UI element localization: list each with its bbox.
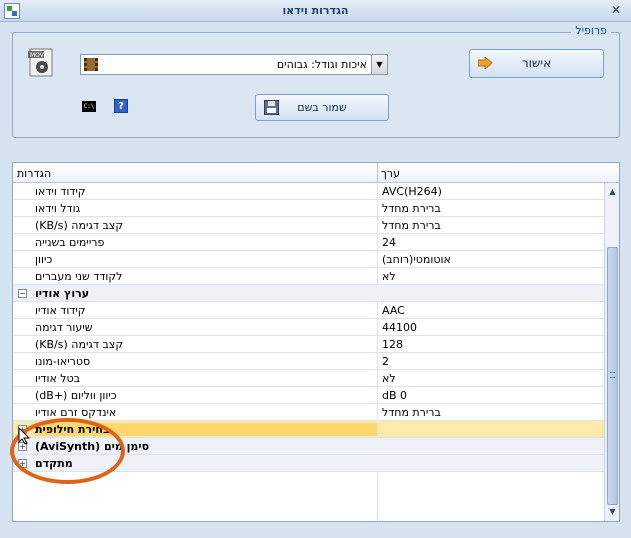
floppy-disk-icon xyxy=(264,100,279,115)
ok-button[interactable]: אישור xyxy=(469,49,604,78)
window-title: הגדרות וידאו xyxy=(282,4,349,17)
collapse-icon[interactable]: − xyxy=(18,289,27,298)
row-divider xyxy=(377,268,378,285)
row-value[interactable]: 0 dB xyxy=(382,389,602,402)
row-divider xyxy=(377,217,378,234)
film-icon xyxy=(84,58,98,71)
table-row[interactable]: אינדקס זרם אודיו ברירת מחדל xyxy=(13,404,604,421)
category-row-advanced[interactable]: + מתקדם xyxy=(13,455,604,472)
command-line-icon[interactable]: C:\ xyxy=(82,101,96,112)
category-name: מתקדם xyxy=(35,457,73,470)
row-name: סטריאו-מונו xyxy=(35,355,91,368)
row-value[interactable]: 44100 xyxy=(382,321,602,334)
row-divider xyxy=(377,319,378,336)
chevron-down-icon[interactable]: ▼ xyxy=(371,55,387,74)
row-name: לקודד שני מעברים xyxy=(35,270,123,283)
row-divider xyxy=(377,370,378,387)
column-header-value[interactable]: ערך xyxy=(381,167,400,180)
row-value[interactable]: 128 xyxy=(382,338,602,351)
svg-text:MOV: MOV xyxy=(30,52,45,59)
row-value[interactable]: 24 xyxy=(382,236,602,249)
column-divider[interactable] xyxy=(377,163,378,183)
profile-select-value: איכות וגודל: גבוהים xyxy=(276,58,367,71)
table-row[interactable]: קצב דגימה (KB/s) ברירת מחדל xyxy=(13,217,604,234)
scroll-thumb[interactable] xyxy=(607,247,618,505)
row-divider xyxy=(377,404,378,421)
ok-button-label: אישור xyxy=(521,56,552,70)
table-row[interactable]: סטריאו-מונו 2 xyxy=(13,353,604,370)
close-button[interactable]: ✕ xyxy=(607,2,625,18)
row-name: אינדקס זרם אודיו xyxy=(35,406,117,419)
category-name: בחירת חילופית xyxy=(35,423,377,436)
profile-group-label: פרופיל xyxy=(571,24,611,37)
table-row[interactable]: כיוון ווליום (+dB) 0 dB xyxy=(13,387,604,404)
grip-icon xyxy=(610,372,615,378)
expand-icon[interactable]: + xyxy=(18,459,27,468)
row-value[interactable]: 2 xyxy=(382,355,602,368)
column-header-settings[interactable]: הגדרות xyxy=(17,167,51,180)
row-name: קצב דגימה (KB/s) xyxy=(35,338,124,351)
row-value[interactable]: ברירת מחדל xyxy=(382,202,602,215)
row-name: גודל וידאו xyxy=(35,202,81,215)
row-name: קידוד וידאו xyxy=(35,185,86,198)
arrow-right-icon xyxy=(478,57,492,69)
row-divider xyxy=(377,234,378,251)
scroll-down-icon[interactable]: ▼ xyxy=(605,505,619,519)
row-value[interactable]: לא xyxy=(382,270,602,283)
scroll-up-icon[interactable]: ▲ xyxy=(605,185,619,199)
row-value[interactable]: אוטומטי(רוחב) xyxy=(382,253,602,266)
row-name: שיעור דגימה xyxy=(35,321,93,334)
title-bar: הגדרות וידאו ✕ xyxy=(0,0,631,22)
row-name: פריימים בשנייה xyxy=(35,236,105,249)
mov-file-icon: MOV xyxy=(28,48,53,77)
row-divider xyxy=(377,200,378,217)
table-row[interactable]: גודל וידאו ברירת מחדל xyxy=(13,200,604,217)
mouse-cursor-icon xyxy=(18,427,31,445)
row-name: בטל אודיו xyxy=(35,372,81,385)
row-value[interactable]: AAC xyxy=(382,304,602,317)
row-name: כיוון ווליום (+dB) xyxy=(35,389,117,402)
row-divider xyxy=(377,387,378,404)
help-icon[interactable]: ? xyxy=(114,99,128,113)
profile-select[interactable]: איכות וגודל: גבוהים ▼ xyxy=(80,54,388,75)
category-row-audio[interactable]: − ערוץ אודיו xyxy=(13,285,604,302)
row-value[interactable]: AVC(H264) xyxy=(382,185,602,198)
row-divider xyxy=(377,251,378,268)
table-row[interactable]: קידוד וידאו AVC(H264) xyxy=(13,183,604,200)
table-row[interactable]: פריימים בשנייה 24 xyxy=(13,234,604,251)
table-row[interactable]: לקודד שני מעברים לא xyxy=(13,268,604,285)
row-value[interactable]: ברירת מחדל xyxy=(382,406,602,419)
row-name: קידוד אודיו xyxy=(35,304,86,317)
save-as-button[interactable]: שמור בשם xyxy=(255,94,389,121)
row-name: קצב דגימה (KB/s) xyxy=(35,219,124,232)
row-value[interactable]: ברירת מחדל xyxy=(382,219,602,232)
table-row[interactable]: קידוד אודיו AAC xyxy=(13,302,604,319)
table-row[interactable]: כיוון אוטומטי(רוחב) xyxy=(13,251,604,268)
profile-group xyxy=(12,32,620,138)
category-row-alternative[interactable]: + בחירת חילופית xyxy=(13,421,604,438)
row-name: כיוון xyxy=(35,253,53,266)
table-row[interactable]: שיעור דגימה 44100 xyxy=(13,319,604,336)
table-row[interactable]: בטל אודיו לא xyxy=(13,370,604,387)
grid-header: הגדרות ערך xyxy=(13,163,619,183)
row-divider xyxy=(377,353,378,370)
row-divider xyxy=(377,183,378,200)
category-name: ערוץ אודיו xyxy=(35,287,90,300)
vertical-scrollbar[interactable]: ▲ ▼ xyxy=(604,183,619,521)
table-row[interactable]: קצב דגימה (KB/s) 128 xyxy=(13,336,604,353)
category-name: סימן מים (AviSynth) xyxy=(35,440,150,453)
row-value[interactable]: לא xyxy=(382,372,602,385)
settings-grid: הגדרות ערך קידוד וידאו AVC(H264) גודל וי… xyxy=(12,162,620,522)
row-divider xyxy=(377,302,378,319)
save-as-button-label: שמור בשם xyxy=(297,101,347,114)
row-divider xyxy=(377,336,378,353)
column-divider-empty xyxy=(377,473,378,521)
category-row-watermark[interactable]: + סימן מים (AviSynth) xyxy=(13,438,604,455)
